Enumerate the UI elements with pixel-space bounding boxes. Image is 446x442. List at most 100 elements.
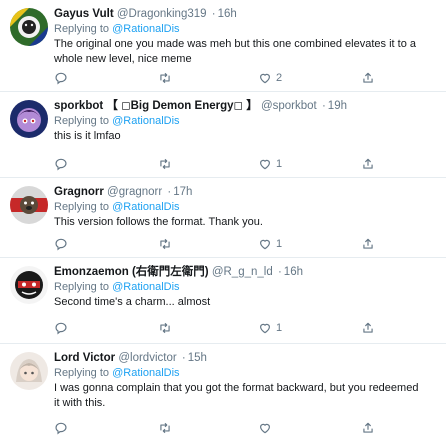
- tweet-text: Second time's a charm... almost: [54, 295, 440, 310]
- share-button[interactable]: [361, 420, 375, 436]
- display-name[interactable]: Gragnorr: [54, 186, 104, 198]
- like-button[interactable]: [258, 420, 276, 436]
- like-count: 1: [276, 322, 283, 334]
- tweet[interactable]: Gayus Vult @Dragonking319 · 16h Replying …: [0, 0, 446, 92]
- retweet-button[interactable]: [158, 236, 172, 252]
- retweet-button[interactable]: [158, 420, 172, 436]
- retweet-icon: [160, 422, 170, 434]
- separator-dot: ·: [321, 100, 326, 112]
- like-button[interactable]: 2: [258, 70, 282, 86]
- share-icon: [363, 158, 373, 169]
- share-icon: [363, 72, 373, 83]
- tweet[interactable]: Emonzaemon (右衛門左衛門) @R_g_n_ld · 16h Reply…: [0, 258, 446, 344]
- tweet-text-line: Second time's a charm... almost: [54, 296, 211, 308]
- user-handle[interactable]: @sporkbot: [261, 100, 317, 112]
- mention-link[interactable]: @RationalDis: [112, 367, 179, 379]
- replying-to-label: Replying to: [54, 115, 110, 127]
- reply-icon: [55, 322, 67, 335]
- mention-link[interactable]: @RationalDis: [112, 281, 179, 293]
- retweet-icon: [160, 72, 170, 84]
- mention-link[interactable]: @RationalDis: [112, 115, 179, 127]
- user-handle[interactable]: @lordvictor: [118, 352, 176, 364]
- tweet-header: Gragnorr @gragnorr · 17h: [54, 185, 440, 200]
- tweet[interactable]: Lord Victor @lordvictor · 15h Replying to…: [0, 344, 446, 442]
- tweet-text-line: this is it lmfao: [54, 130, 121, 142]
- tweet-header: Emonzaemon (右衛門左衛門) @R_g_n_ld · 16h: [54, 265, 440, 280]
- reply-icon: [55, 158, 67, 171]
- tweet-header: Lord Victor @lordvictor · 15h: [54, 351, 440, 366]
- retweet-icon: [160, 238, 170, 250]
- reply-button[interactable]: [54, 420, 68, 436]
- timestamp[interactable]: 16h: [218, 8, 237, 20]
- tweet-content: Gragnorr @gragnorr · 17h Replying to @Rat…: [54, 185, 440, 230]
- reply-button[interactable]: [54, 236, 68, 252]
- tweet-text-line: I was gonna complain that you got the fo…: [54, 382, 419, 394]
- tweet-header: sporkbot 【 ◻Big Demon Energy◻ 】 @sporkbo…: [54, 99, 440, 114]
- tweet-actions: 1: [54, 236, 446, 252]
- replying-to: Replying to @RationalDis: [54, 280, 440, 295]
- dog-avatar-icon[interactable]: [10, 186, 48, 224]
- reply-icon: [55, 72, 67, 85]
- display-name[interactable]: Lord Victor: [54, 352, 115, 364]
- like-button[interactable]: 1: [258, 320, 282, 336]
- tweet[interactable]: Gragnorr @gragnorr · 17h Replying to @Rat…: [0, 178, 446, 258]
- separator-dot: ·: [181, 352, 186, 364]
- like-icon: [260, 239, 270, 250]
- tweet-text: I was gonna complain that you got the fo…: [54, 381, 440, 411]
- replying-to-label: Replying to: [54, 281, 110, 293]
- tweet-text-line: The original one you made was meh but th…: [54, 38, 416, 50]
- like-button[interactable]: 1: [258, 156, 282, 172]
- timestamp[interactable]: 17h: [173, 186, 192, 198]
- display-name[interactable]: Gayus Vult: [54, 8, 114, 20]
- like-count: 1: [276, 238, 283, 250]
- retweet-button[interactable]: [158, 70, 172, 86]
- share-button[interactable]: [361, 156, 375, 172]
- timestamp[interactable]: 15h: [188, 352, 207, 364]
- display-name[interactable]: Emonzaemon (右衛門左衛門): [54, 266, 209, 278]
- like-count: 2: [276, 72, 283, 84]
- reply-button[interactable]: [54, 70, 68, 86]
- user-handle[interactable]: @R_g_n_ld: [212, 266, 273, 278]
- reply-button[interactable]: [54, 320, 68, 336]
- separator-dot: ·: [211, 8, 216, 20]
- tweet-header: Gayus Vult @Dragonking319 · 16h: [54, 7, 440, 22]
- retweet-icon: [160, 158, 170, 170]
- tweet-text-line: This version follows the format. Thank y…: [54, 216, 263, 228]
- share-icon: [363, 422, 373, 433]
- tweet-content: Lord Victor @lordvictor · 15h Replying to…: [54, 351, 440, 411]
- user-handle[interactable]: @Dragonking319: [117, 8, 207, 20]
- tweet-actions: 2: [54, 70, 446, 86]
- like-button[interactable]: 1: [258, 236, 282, 252]
- share-button[interactable]: [361, 236, 375, 252]
- tweet-actions: [54, 420, 446, 436]
- share-icon: [363, 238, 373, 249]
- replying-to-label: Replying to: [54, 23, 110, 35]
- character-avatar-icon[interactable]: [10, 100, 48, 138]
- anime-avatar-icon[interactable]: [10, 352, 48, 390]
- tweet-actions: 1: [54, 320, 446, 336]
- mention-link[interactable]: @RationalDis: [112, 201, 179, 213]
- tweet-content: sporkbot 【 ◻Big Demon Energy◻ 】 @sporkbo…: [54, 99, 440, 144]
- tweet[interactable]: sporkbot 【 ◻Big Demon Energy◻ 】 @sporkbo…: [0, 92, 446, 178]
- like-icon: [260, 159, 270, 170]
- display-name[interactable]: sporkbot 【 ◻Big Demon Energy◻ 】: [54, 100, 258, 112]
- separator-dot: ·: [277, 266, 282, 278]
- share-button[interactable]: [361, 70, 375, 86]
- mention-link[interactable]: @RationalDis: [112, 23, 179, 35]
- timestamp[interactable]: 19h: [328, 100, 347, 112]
- replying-to: Replying to @RationalDis: [54, 366, 440, 381]
- replying-to: Replying to @RationalDis: [54, 200, 440, 215]
- masked-avatar-icon[interactable]: [10, 266, 48, 304]
- timestamp[interactable]: 16h: [284, 266, 303, 278]
- user-handle[interactable]: @gragnorr: [107, 186, 162, 198]
- retweet-button[interactable]: [158, 320, 172, 336]
- share-button[interactable]: [361, 320, 375, 336]
- retweet-button[interactable]: [158, 156, 172, 172]
- lion-avatar-icon[interactable]: [10, 8, 48, 46]
- replying-to-label: Replying to: [54, 201, 110, 213]
- like-icon: [260, 423, 270, 434]
- tweet-content: Gayus Vult @Dragonking319 · 16h Replying …: [54, 7, 440, 67]
- reply-button[interactable]: [54, 156, 68, 172]
- reply-icon: [55, 422, 67, 435]
- tweet-actions: 1: [54, 156, 446, 172]
